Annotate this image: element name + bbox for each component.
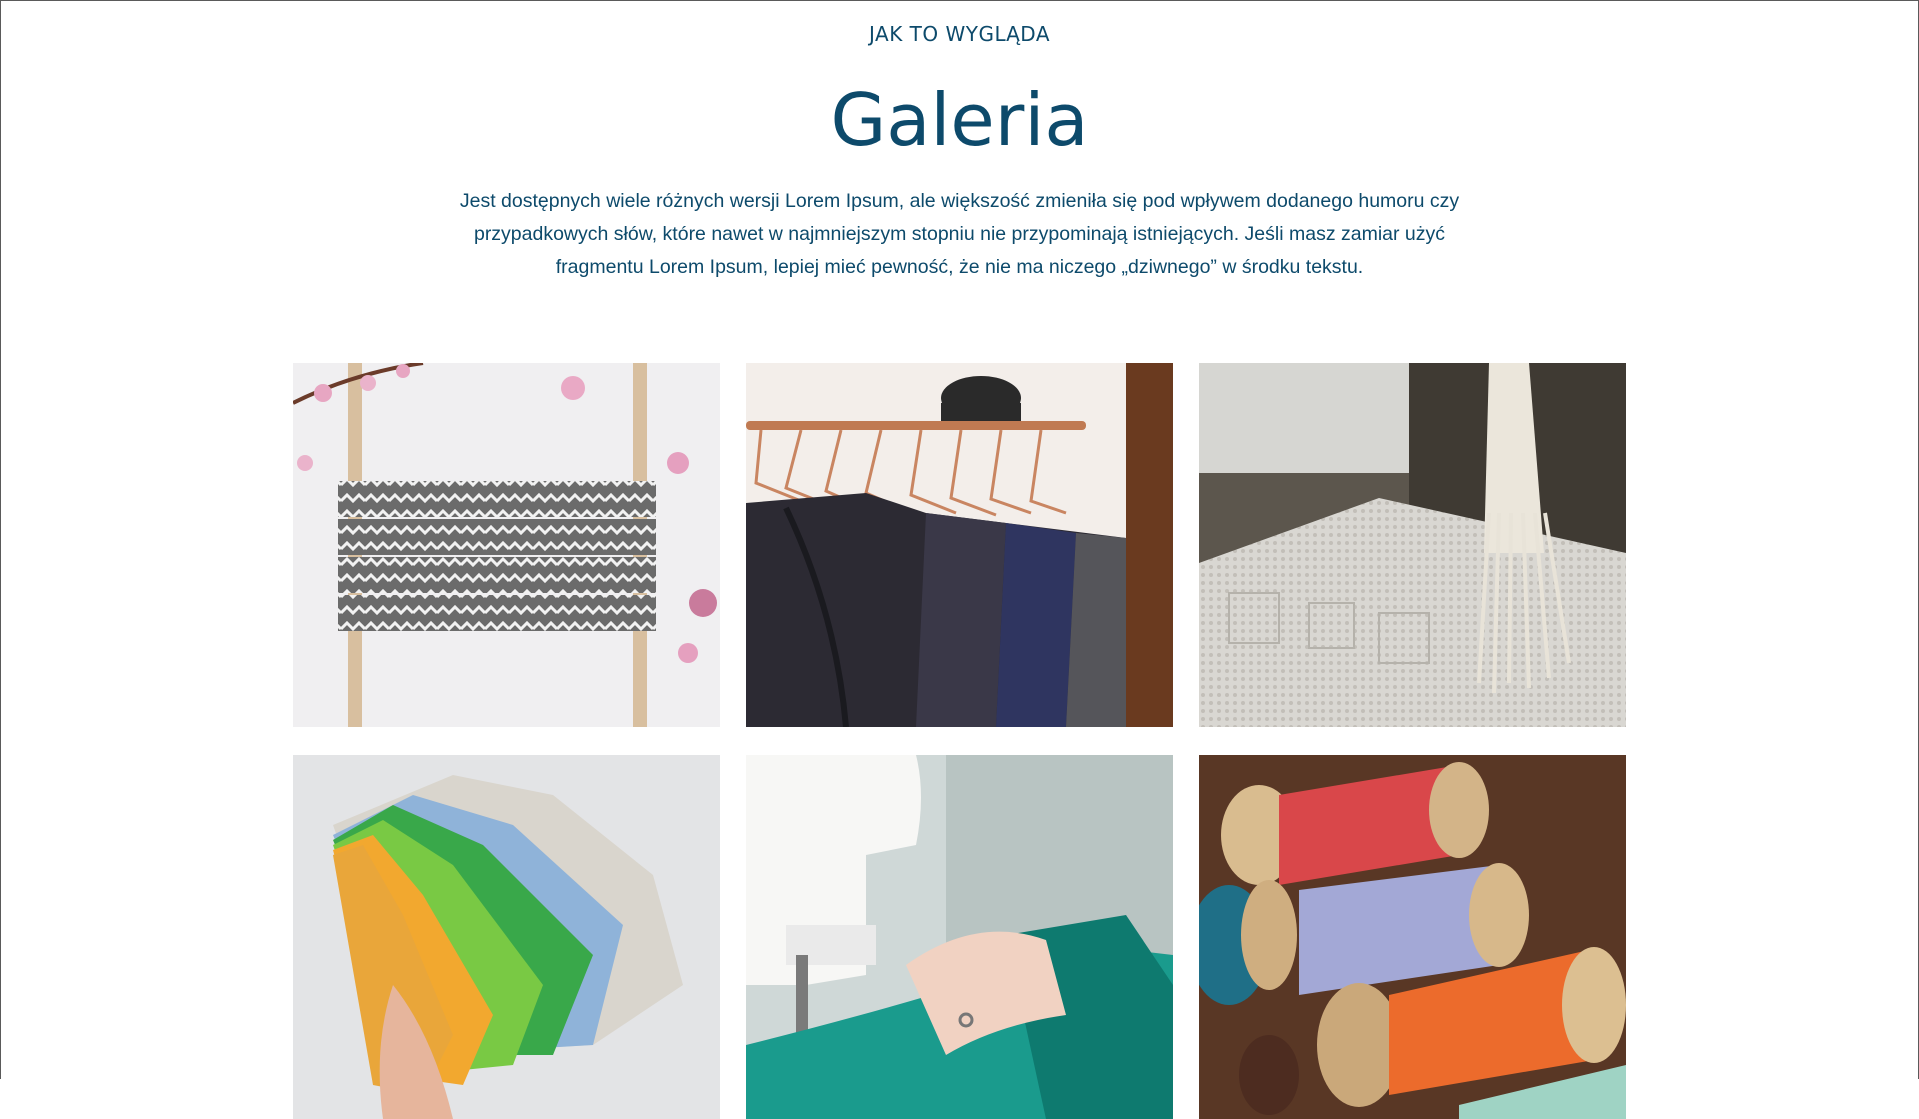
thread-spools-image [1199,755,1626,1119]
colorful-masks-image [293,755,720,1119]
gallery-item-clothes-rack[interactable] [746,363,1173,727]
clothes-rack-image [746,363,1173,727]
crochet-lace-image [1199,363,1626,727]
gallery-item-spools[interactable] [1199,755,1626,1119]
section-eyebrow: JAK TO WYGLĄDA [868,22,1051,46]
section-description: Jest dostępnych wiele różnych wersji Lor… [459,190,1460,278]
gallery-item-mask[interactable] [293,363,720,727]
gallery-item-masks-stack[interactable] [293,755,720,1119]
chevron-mask-image [293,363,720,727]
section-title: Galeria [830,78,1089,162]
sewing-machine-image [746,755,1173,1119]
gallery-item-lace[interactable] [1199,363,1626,727]
gallery-item-sewing[interactable] [746,755,1173,1119]
